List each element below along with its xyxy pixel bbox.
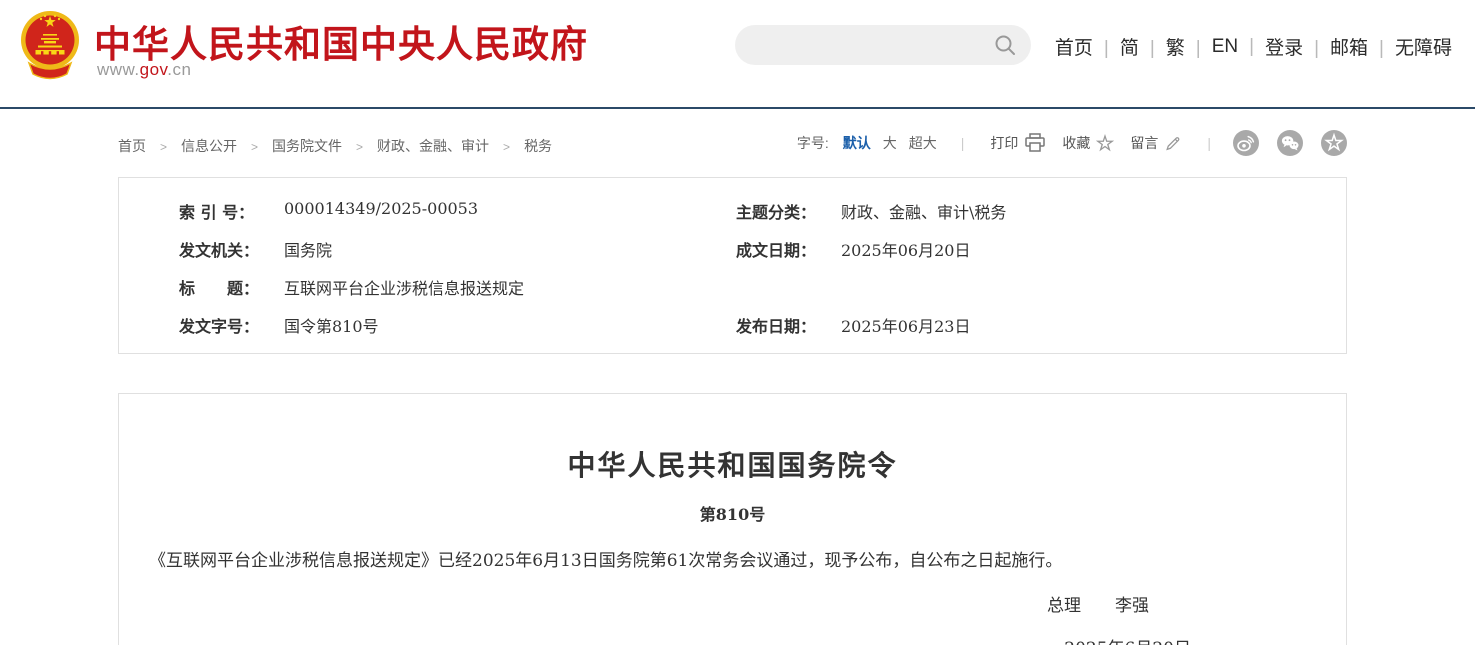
pencil-icon [1164, 135, 1181, 152]
nav-login[interactable]: 登录 [1265, 33, 1330, 60]
wechat-icon[interactable] [1277, 130, 1303, 156]
font-size-xlarge-button[interactable]: 超大 [909, 133, 937, 153]
breadcrumb-tax[interactable]: 税务 [524, 136, 552, 156]
meta-value-written-date: 2025年06月20日 [841, 237, 970, 261]
meta-row-index: 索 引 号： 000014349/2025-00053 主题分类： 财政、金融、… [119, 199, 1346, 237]
toolbar-divider: | [1207, 135, 1211, 151]
meta-value-issuing-agency: 国务院 [284, 237, 332, 261]
comment-button[interactable]: 留言 [1130, 133, 1181, 153]
decree-signature: 总理 李强 [119, 591, 1346, 616]
search-input[interactable] [735, 37, 993, 54]
nav-simplified[interactable]: 简 [1120, 33, 1166, 60]
url-prefix: www. [97, 60, 140, 79]
decree-title: 中华人民共和国国务院令 [119, 444, 1346, 484]
social-share-group [1233, 130, 1347, 156]
breadcrumb-state-council-docs[interactable]: 国务院文件 [272, 136, 377, 156]
site-url: www.gov.cn [97, 60, 191, 80]
site-header: 中华人民共和国中央人民政府 www.gov.cn 首页 简 繁 EN 登录 邮箱… [0, 0, 1475, 109]
meta-row-issuing-agency: 发文机关： 国务院 成文日期： 2025年06月20日 [119, 237, 1346, 275]
decree-number: 第810号 [119, 501, 1346, 525]
article-toolbar: 字号: 默认 大 超大 | 打印 收藏 留言 [797, 130, 1347, 156]
breadcrumb: 首页 信息公开 国务院文件 财政、金融、审计 税务 [118, 136, 552, 156]
site-search [735, 25, 1031, 65]
nav-accessibility[interactable]: 无障碍 [1395, 33, 1452, 60]
meta-value-publish-date: 2025年06月23日 [841, 313, 970, 337]
printer-icon [1024, 133, 1046, 153]
document-content-panel: 中华人民共和国国务院令 第810号 《互联网平台企业涉税信息报送规定》已经202… [118, 393, 1347, 645]
breadcrumb-home[interactable]: 首页 [118, 136, 181, 156]
national-emblem-logo[interactable] [20, 7, 80, 90]
top-nav: 首页 简 繁 EN 登录 邮箱 无障碍 [1055, 33, 1452, 60]
url-suffix: .cn [167, 60, 191, 79]
gov-cn-page: 中华人民共和国中央人民政府 www.gov.cn 首页 简 繁 EN 登录 邮箱… [0, 0, 1475, 645]
meta-label-index-number: 索 引 号： [179, 199, 254, 223]
print-button[interactable]: 打印 [990, 133, 1046, 153]
meta-row-title: 标 题： 互联网平台企业涉税信息报送规定 [119, 275, 1346, 313]
meta-label-topic-category: 主题分类： [736, 199, 816, 223]
favorite-button[interactable]: 收藏 [1062, 133, 1114, 153]
document-metadata-panel: 索 引 号： 000014349/2025-00053 主题分类： 财政、金融、… [118, 177, 1347, 354]
favorite-label: 收藏 [1062, 133, 1090, 153]
national-emblem-icon [20, 7, 80, 85]
search-icon[interactable] [993, 33, 1017, 57]
qzone-star-icon[interactable] [1321, 130, 1347, 156]
breadcrumb-info-disclosure[interactable]: 信息公开 [181, 136, 272, 156]
toolbar-divider: | [961, 135, 965, 151]
decree-body-paragraph: 《互联网平台企业涉税信息报送规定》已经2025年6月13日国务院第61次常务会议… [149, 549, 1316, 574]
meta-label-issuing-agency: 发文机关： [179, 237, 259, 261]
meta-row-document-number: 发文字号： 国令第810号 发布日期： 2025年06月23日 [119, 313, 1346, 351]
meta-value-topic-category: 财政、金融、审计\税务 [841, 199, 1006, 223]
meta-value-document-number: 国令第810号 [284, 313, 379, 337]
decree-date: 2025年6月20日 [119, 634, 1346, 645]
comment-label: 留言 [1130, 133, 1158, 153]
print-label: 打印 [990, 133, 1018, 153]
star-outline-icon [1096, 134, 1114, 152]
meta-value-title: 互联网平台企业涉税信息报送规定 [284, 275, 524, 299]
breadcrumb-toolbar-row: 首页 信息公开 国务院文件 财政、金融、审计 税务 字号: 默认 大 超大 | … [0, 111, 1475, 166]
nav-home[interactable]: 首页 [1055, 33, 1120, 60]
nav-mailbox[interactable]: 邮箱 [1330, 33, 1395, 60]
meta-value-index-number: 000014349/2025-00053 [284, 199, 478, 218]
weibo-icon[interactable] [1233, 130, 1259, 156]
font-size-default-button[interactable]: 默认 [843, 133, 871, 153]
nav-english[interactable]: EN [1212, 36, 1265, 58]
meta-label-publish-date: 发布日期： [736, 313, 816, 337]
font-size-label: 字号: [797, 133, 829, 153]
url-highlight: gov [140, 60, 168, 79]
nav-traditional[interactable]: 繁 [1166, 33, 1212, 60]
meta-label-title: 标 题： [179, 275, 259, 299]
font-size-large-button[interactable]: 大 [883, 133, 897, 153]
meta-label-document-number: 发文字号： [179, 313, 259, 337]
meta-label-written-date: 成文日期： [736, 237, 816, 261]
breadcrumb-finance[interactable]: 财政、金融、审计 [377, 136, 524, 156]
